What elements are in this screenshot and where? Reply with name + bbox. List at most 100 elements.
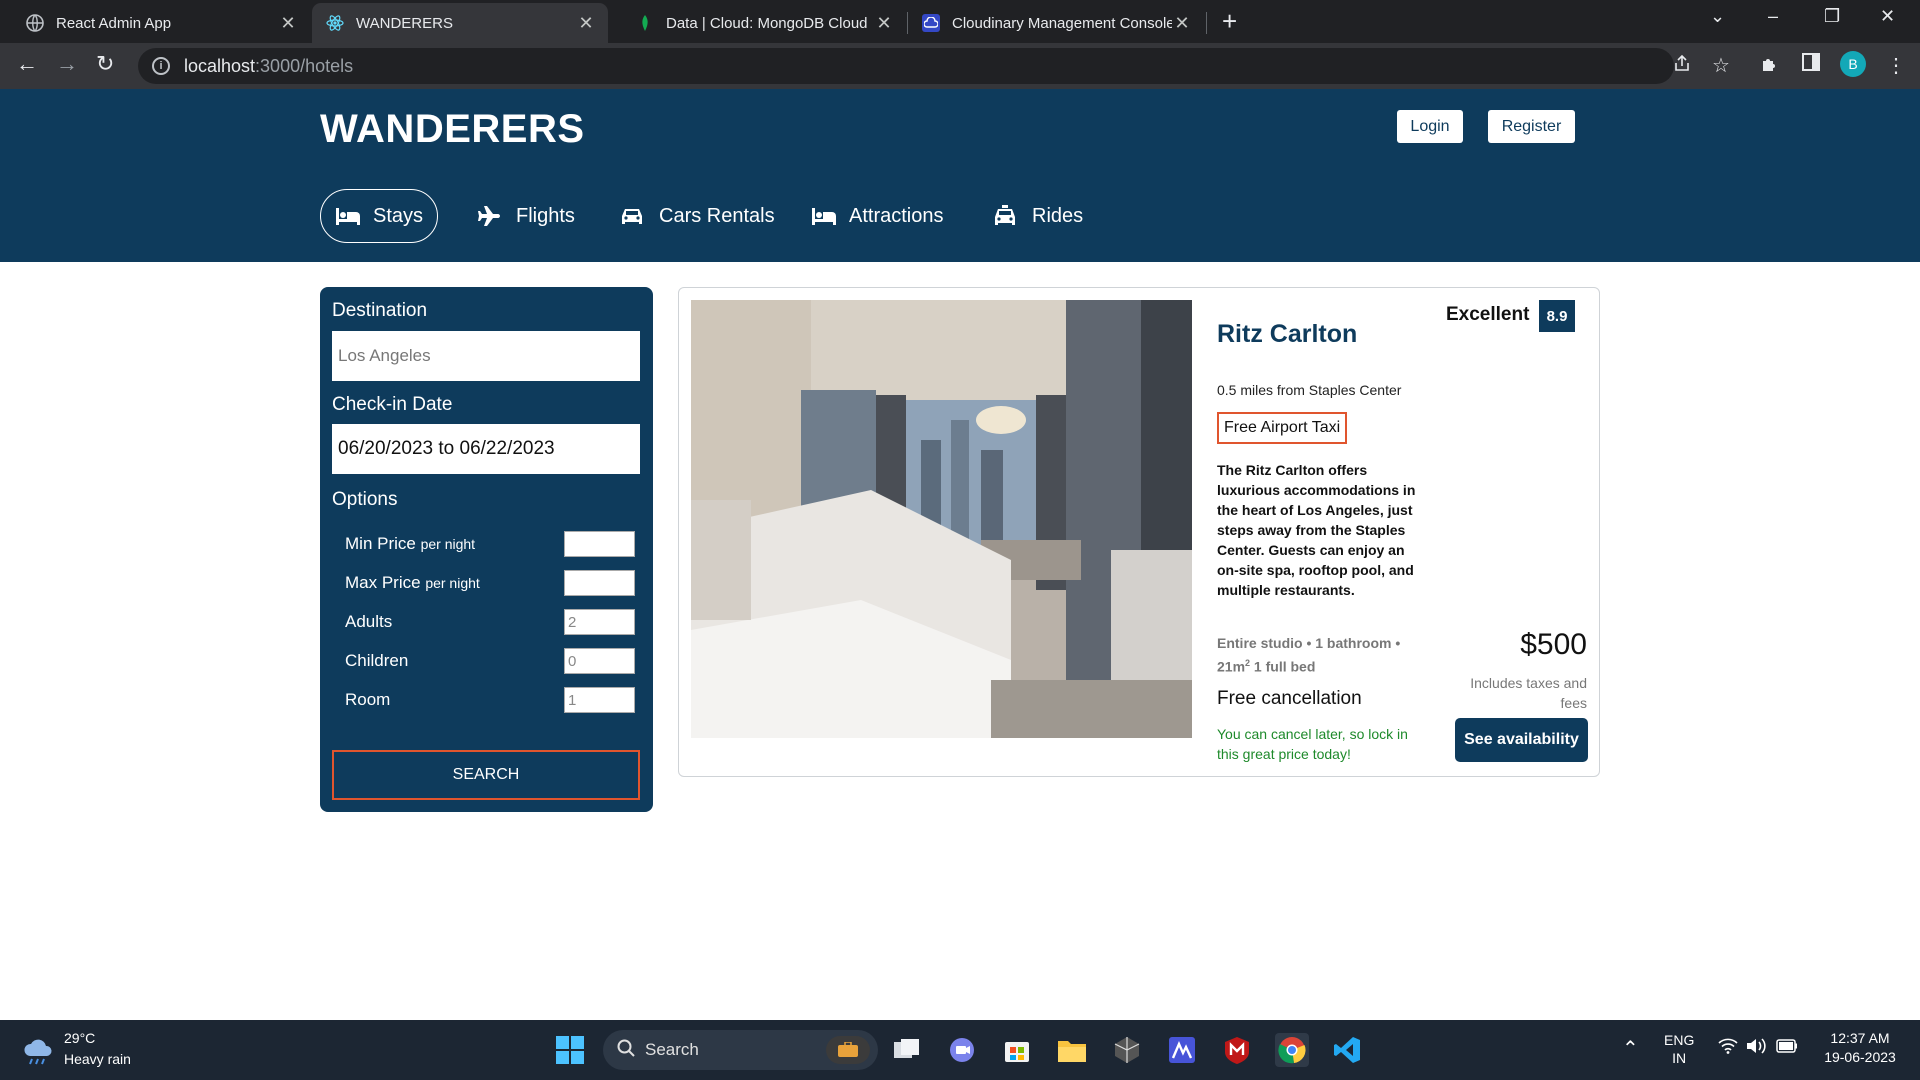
hotel-features: Entire studio • 1 bathroom • 21m2 1 full… [1217, 635, 1401, 675]
windows-taskbar: 29°C Heavy rain Search ⌃ ENG IN 12:37 AM… [0, 1020, 1920, 1080]
plane-icon [478, 205, 504, 227]
car-icon [621, 205, 647, 227]
register-button[interactable]: Register [1488, 110, 1575, 143]
tab-search-chevron-icon[interactable]: ⌄ [1710, 6, 1725, 27]
forward-arrow-icon[interactable]: → [56, 51, 78, 77]
checkin-label: Check-in Date [332, 394, 453, 415]
hotel-name[interactable]: Ritz Carlton [1217, 320, 1357, 349]
file-explorer-icon[interactable] [1055, 1033, 1089, 1067]
nav-car-rentals[interactable]: Cars Rentals [621, 189, 775, 243]
nav-label: Stays [373, 204, 424, 227]
url-path: :3000/hotels [255, 55, 354, 76]
option-label: Max Price per night [345, 573, 480, 592]
new-tab-button[interactable]: + [1222, 6, 1237, 37]
max-price-input[interactable] [564, 570, 635, 596]
bed-icon [335, 205, 361, 227]
min-price-input[interactable] [564, 531, 635, 557]
browser-menu-icon[interactable]: ⋮ [1886, 53, 1906, 78]
minimize-button[interactable]: – [1768, 6, 1778, 27]
nav-attractions[interactable]: Attractions [811, 189, 943, 243]
teams-chat-icon[interactable] [945, 1033, 979, 1067]
volume-icon[interactable] [1746, 1038, 1768, 1057]
children-input[interactable] [564, 648, 635, 674]
hotel-price: $500 [1520, 628, 1587, 661]
option-max-price: Max Price per night [345, 570, 635, 596]
adults-input[interactable] [564, 609, 635, 635]
destination-label: Destination [332, 300, 428, 321]
option-label: Min Price per night [345, 534, 476, 553]
option-children: Children [345, 648, 635, 674]
extensions-puzzle-icon[interactable] [1760, 53, 1780, 79]
mathway-app-icon[interactable] [1165, 1033, 1199, 1067]
search-icon [617, 1039, 635, 1062]
close-tab-icon[interactable]: ✕ [874, 13, 894, 34]
share-icon[interactable] [1672, 53, 1692, 79]
hotel-distance: 0.5 miles from Staples Center [1217, 382, 1402, 398]
site-info-icon[interactable]: i [152, 57, 170, 75]
vscode-icon[interactable] [1330, 1033, 1364, 1067]
language-indicator[interactable]: ENG IN [1664, 1032, 1694, 1066]
reload-icon[interactable]: ↻ [96, 51, 114, 77]
profile-avatar[interactable]: B [1840, 51, 1866, 77]
close-window-button[interactable]: ✕ [1880, 6, 1895, 27]
tab-react-admin-app[interactable]: React Admin App ✕ [0, 3, 310, 43]
nav-label: Attractions [849, 204, 944, 227]
wifi-icon[interactable] [1718, 1038, 1738, 1057]
taskbar-clock[interactable]: 12:37 AM 19-06-2023 [1810, 1030, 1910, 1065]
rating-label: Excellent [1446, 304, 1530, 325]
taskbar-search-box[interactable]: Search [603, 1030, 878, 1070]
bed-icon [811, 205, 837, 227]
windows-start-icon[interactable] [553, 1033, 587, 1067]
mongodb-leaf-icon [636, 14, 654, 32]
address-bar[interactable]: i localhost:3000/hotels [138, 48, 1674, 84]
react-icon [326, 14, 344, 32]
weather-temperature[interactable]: 29°C [64, 1030, 95, 1046]
mcafee-icon[interactable] [1220, 1033, 1254, 1067]
checkin-date-input[interactable] [332, 424, 640, 474]
show-hidden-icons-chevron-icon[interactable]: ⌃ [1622, 1036, 1639, 1061]
destination-input[interactable] [332, 331, 640, 381]
nav-rides[interactable]: Rides [994, 189, 1083, 243]
tab-wanderers[interactable]: WANDERERS ✕ [312, 3, 608, 43]
battery-icon[interactable] [1776, 1039, 1798, 1056]
tab-mongodb[interactable]: Data | Cloud: MongoDB Cloud ✕ [610, 3, 906, 43]
option-label: Room [345, 690, 391, 709]
unity-icon[interactable] [1110, 1033, 1144, 1067]
option-adults: Adults [345, 609, 635, 635]
login-button[interactable]: Login [1397, 110, 1463, 143]
microsoft-store-icon[interactable] [1000, 1033, 1034, 1067]
task-view-icon[interactable] [890, 1033, 924, 1067]
tax-note: Includes taxes and fees [1470, 675, 1587, 711]
cancellation-title: Free cancellation [1217, 688, 1362, 709]
chrome-icon[interactable] [1275, 1033, 1309, 1067]
search-button[interactable]: SEARCH [332, 750, 640, 800]
room-input[interactable] [564, 687, 635, 713]
weather-condition[interactable]: Heavy rain [64, 1051, 131, 1067]
globe-icon [26, 14, 44, 32]
option-min-price: Min Price per night [345, 531, 635, 557]
option-label: Adults [345, 612, 393, 631]
option-room: Room [345, 687, 635, 713]
nav-label: Rides [1032, 204, 1084, 227]
close-tab-icon[interactable]: ✕ [1172, 13, 1192, 34]
see-availability-button[interactable]: See availability [1455, 718, 1588, 762]
tab-title: Cloudinary Management Console [952, 14, 1172, 32]
weather-rain-cloud-icon[interactable] [22, 1036, 56, 1071]
nav-flights[interactable]: Flights [478, 189, 575, 243]
hotel-room-image[interactable] [691, 300, 1192, 738]
back-arrow-icon[interactable]: ← [16, 51, 38, 77]
nav-stays[interactable]: Stays [320, 189, 439, 243]
side-panel-icon[interactable] [1802, 53, 1820, 77]
nav-label: Flights [516, 204, 575, 227]
bookmark-star-icon[interactable]: ☆ [1712, 53, 1730, 78]
close-tab-icon[interactable]: ✕ [278, 13, 298, 34]
tab-title: React Admin App [56, 14, 172, 32]
restore-button[interactable]: ❐ [1824, 6, 1840, 27]
free-taxi-badge: Free Airport Taxi [1217, 412, 1348, 444]
close-tab-icon[interactable]: ✕ [576, 13, 596, 34]
brand-logo[interactable]: WANDERERS [320, 107, 585, 152]
tab-title: WANDERERS [356, 14, 453, 32]
cloudinary-icon [922, 14, 940, 32]
tab-cloudinary[interactable]: Cloudinary Management Console ✕ [908, 3, 1204, 43]
tab-divider [1206, 12, 1207, 34]
